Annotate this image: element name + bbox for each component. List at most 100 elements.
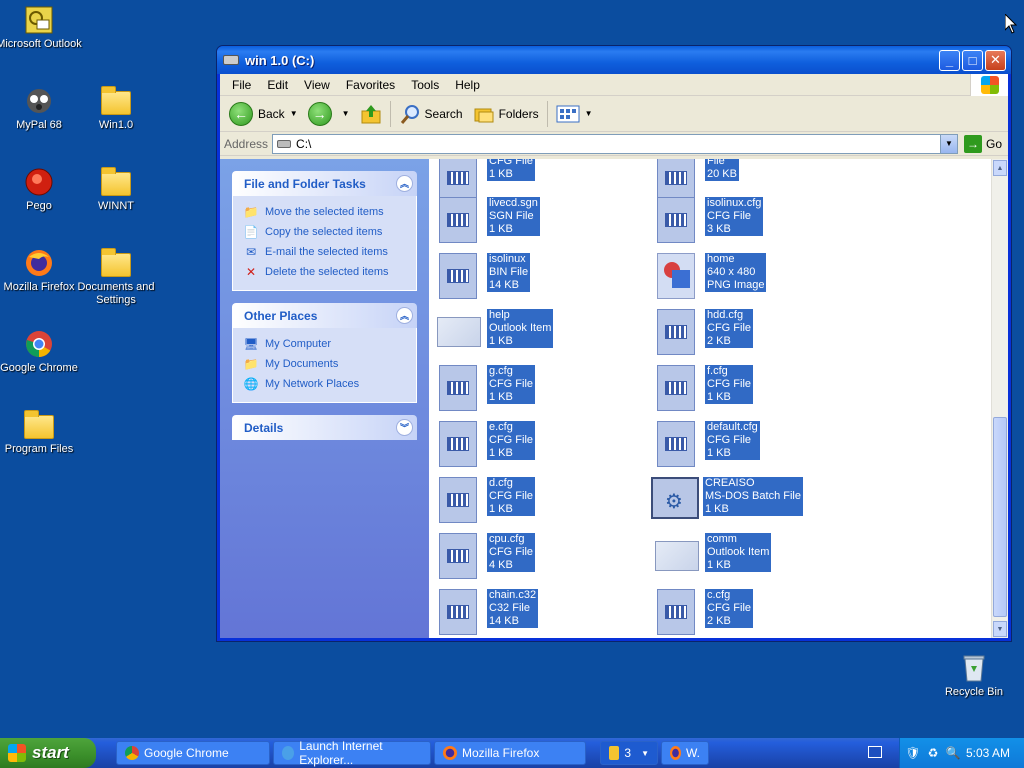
menu-view[interactable]: View	[296, 76, 338, 94]
file-item[interactable]: CREAISOMS-DOS Batch File1 KB	[651, 477, 803, 519]
close-button[interactable]: ✕	[985, 49, 1006, 71]
back-dropdown-icon[interactable]: ▼	[290, 109, 298, 118]
search-button[interactable]: Search	[394, 99, 468, 129]
task-move[interactable]: 📁 Move the selected items	[243, 202, 406, 222]
collapse-icon[interactable]: ︽	[396, 307, 413, 324]
minimize-button[interactable]: _	[939, 49, 960, 71]
file-item[interactable]: comm Outlook Item 1 KB	[655, 533, 772, 572]
task-mozilla-firefox[interactable]: Mozilla Firefox	[434, 741, 586, 765]
desktop-icon-label: Pego	[26, 200, 52, 212]
chrome-icon	[125, 746, 139, 760]
scroll-up-icon[interactable]: ▲	[993, 160, 1007, 176]
desktop-icon-win10[interactable]: Win1.0	[73, 85, 159, 132]
desktop-icon-recycle-bin[interactable]: Recycle Bin	[931, 652, 1017, 699]
cfg-file-icon	[439, 365, 477, 411]
task-google-chrome[interactable]: Google Chrome	[116, 741, 270, 765]
task-delete[interactable]: ✕ Delete the selected items	[243, 262, 406, 282]
desktop-icon-pego[interactable]: Pego	[0, 166, 82, 213]
task-firefox-group[interactable]: W.	[661, 741, 709, 765]
task-group-explorer[interactable]: 3 ▼	[600, 741, 658, 765]
menu-help[interactable]: Help	[447, 76, 488, 94]
forward-button[interactable]: → ▼	[303, 99, 355, 129]
menu-edit[interactable]: Edit	[259, 76, 296, 94]
panel-header[interactable]: Other Places ︽	[232, 303, 417, 328]
panel-title: File and Folder Tasks	[244, 176, 366, 191]
collapse-icon[interactable]: ︽	[396, 175, 413, 192]
task-copy[interactable]: 📄 Copy the selected items	[243, 222, 406, 242]
desktop-icon-chrome[interactable]: Google Chrome	[0, 328, 82, 375]
file-item[interactable]: c.cfg CFG File 2 KB	[657, 589, 753, 635]
desktop-icon-firefox[interactable]: Mozilla Firefox	[0, 247, 82, 294]
pego-icon	[25, 168, 53, 196]
shield-icon[interactable]: 🛡	[905, 746, 920, 760]
views-button[interactable]: ▼	[551, 99, 598, 129]
maximize-button[interactable]: □	[962, 49, 983, 71]
place-network[interactable]: 🌐 My Network Places	[243, 374, 406, 394]
batch-file-icon	[651, 477, 699, 519]
file-label: help Outlook Item 1 KB	[487, 309, 554, 348]
start-button[interactable]: start	[0, 738, 96, 768]
panel-header[interactable]: Details ︾	[232, 415, 417, 440]
folder-up-icon	[361, 104, 381, 123]
desktop-icon-program-files[interactable]: Program Files	[0, 409, 82, 456]
file-item[interactable]: e.cfg CFG File 1 KB	[439, 421, 535, 467]
go-button[interactable]: → Go	[958, 134, 1008, 153]
vertical-scrollbar[interactable]: ▲ ▼	[991, 159, 1008, 638]
clock[interactable]: 5:03 AM	[966, 746, 1010, 760]
firefox-icon	[670, 746, 681, 760]
address-dropdown-icon[interactable]: ▼	[939, 134, 957, 153]
folders-button[interactable]: Folders	[468, 99, 544, 129]
back-button[interactable]: ← Back ▼	[224, 99, 303, 129]
file-item[interactable]: chain.c32 C32 File 14 KB	[439, 589, 539, 635]
search-icon[interactable]: 🔍	[946, 746, 961, 760]
menu-bar: File Edit View Favorites Tools Help	[220, 74, 1008, 96]
file-item[interactable]: hdd.cfg CFG File 2 KB	[657, 309, 753, 355]
up-button[interactable]	[355, 99, 387, 129]
file-item[interactable]: g.cfg CFG File 1 KB	[439, 365, 535, 411]
scroll-down-icon[interactable]: ▼	[993, 621, 1007, 637]
task-internet-explorer[interactable]: Launch Internet Explorer...	[273, 739, 431, 767]
file-label: d.cfg CFG File 1 KB	[487, 477, 535, 516]
file-label: e.cfg CFG File 1 KB	[487, 421, 535, 460]
file-item[interactable]: isolinux BIN File 14 KB	[439, 253, 531, 299]
desktop-icon-winnt[interactable]: WINNT	[73, 166, 159, 213]
file-item[interactable]: isolinux.cfg CFG File 3 KB	[657, 197, 764, 243]
menu-favorites[interactable]: Favorites	[338, 76, 403, 94]
file-item[interactable]: home 640 x 480 PNG Image	[657, 253, 767, 299]
file-item[interactable]: default.cfg CFG File 1 KB	[657, 421, 760, 467]
window-titlebar[interactable]: win 1.0 (C:) _ □ ✕	[217, 46, 1011, 74]
folder-icon	[101, 86, 131, 115]
file-item[interactable]: File 20 KB	[657, 159, 739, 201]
file-item[interactable]: cpu.cfg CFG File 4 KB	[439, 533, 535, 579]
panel-header[interactable]: File and Folder Tasks ︽	[232, 171, 417, 196]
views-icon	[556, 105, 580, 122]
address-input[interactable]: C:\ ▼	[272, 133, 958, 154]
file-label: isolinux.cfg CFG File 3 KB	[705, 197, 764, 236]
file-item[interactable]: CFG File 1 KB	[439, 159, 535, 201]
place-my-computer[interactable]: 🖥 My Computer	[243, 334, 406, 354]
file-label: comm Outlook Item 1 KB	[705, 533, 772, 572]
network-icon[interactable]: ♻	[926, 746, 940, 760]
task-email[interactable]: ✉ E-mail the selected items	[243, 242, 406, 262]
place-my-documents[interactable]: 📁 My Documents	[243, 354, 406, 374]
forward-dropdown-icon[interactable]: ▼	[342, 109, 350, 118]
file-item[interactable]: livecd.sgn SGN File 1 KB	[439, 197, 540, 243]
task-label: E-mail the selected items	[265, 246, 388, 258]
desktop-icon-label: Win1.0	[98, 119, 134, 131]
desktop-icon-documents-and-settings[interactable]: Documents and Settings	[73, 247, 159, 307]
panel-body: 📁 Move the selected items 📄 Copy the selec…	[232, 196, 417, 291]
file-item[interactable]: help Outlook Item 1 KB	[437, 309, 554, 348]
expand-icon[interactable]: ︾	[396, 419, 413, 436]
menu-tools[interactable]: Tools	[403, 76, 447, 94]
menu-file[interactable]: File	[224, 76, 259, 94]
file-label: home 640 x 480 PNG Image	[705, 253, 767, 292]
keyboard-icon[interactable]	[868, 746, 882, 758]
file-item[interactable]: f.cfg CFG File 1 KB	[657, 365, 753, 411]
desktop-icon-mypal[interactable]: MyPal 68	[0, 85, 82, 132]
scroll-thumb[interactable]	[993, 417, 1007, 617]
window-title: win 1.0 (C:)	[245, 52, 315, 68]
firefox-icon	[26, 250, 52, 276]
file-item[interactable]: d.cfg CFG File 1 KB	[439, 477, 535, 523]
desktop-icon-outlook[interactable]: Microsoft Outlook	[0, 4, 82, 51]
task-pane: File and Folder Tasks ︽ 📁 Move the select…	[220, 159, 429, 638]
